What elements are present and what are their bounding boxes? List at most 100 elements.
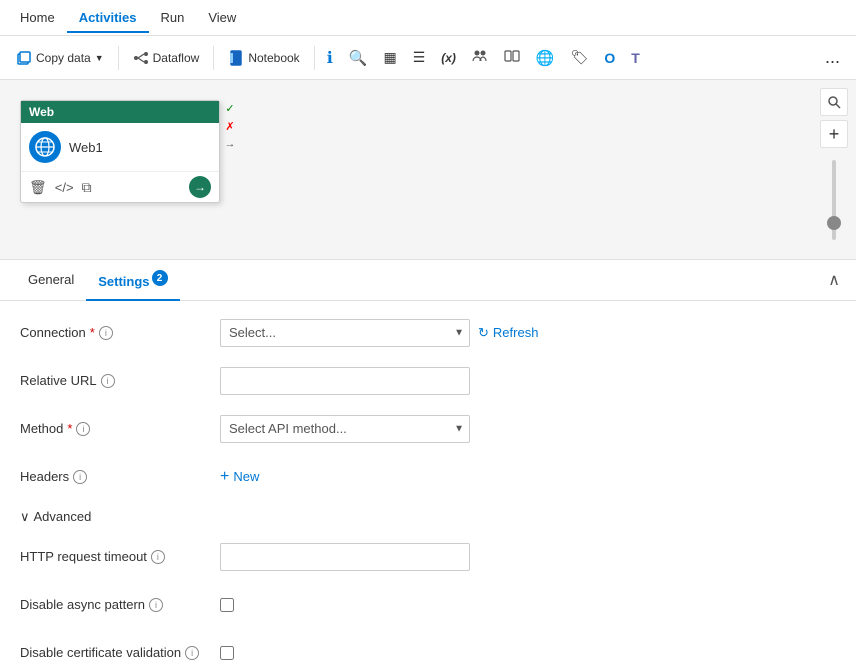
disable-cert-label: Disable certificate validation i xyxy=(20,645,220,660)
disable-async-control xyxy=(220,598,836,612)
headers-new-label: New xyxy=(233,469,259,484)
menu-item-home[interactable]: Home xyxy=(8,2,67,33)
refresh-label: Refresh xyxy=(493,325,539,340)
relative-url-label: Relative URL i xyxy=(20,373,220,388)
relative-url-info-icon[interactable]: i xyxy=(101,374,115,388)
clone-icon[interactable]: ⧉ xyxy=(82,179,92,196)
globe-button[interactable]: 🌐 xyxy=(530,45,561,71)
activity-card-body: Web1 xyxy=(21,123,219,171)
activity-card-actions: 🗑 </> ⧉ → xyxy=(21,171,219,202)
activity-card[interactable]: Web Web1 🗑 </> xyxy=(20,100,220,203)
more-button[interactable]: ... xyxy=(817,43,848,72)
tab-settings-label: Settings xyxy=(98,274,149,289)
success-icon: ✓ xyxy=(222,100,238,116)
canvas-area: Web Web1 🗑 </> xyxy=(0,80,856,260)
search-toolbar-icon: 🔍 xyxy=(349,49,368,67)
disable-cert-info-icon[interactable]: i xyxy=(185,646,199,660)
method-row: Method * i Select API method... GET POST… xyxy=(20,413,836,445)
code-icon[interactable]: </> xyxy=(55,180,74,195)
main-content: Web Web1 🗑 </> xyxy=(0,80,856,665)
panel-tabs: General Settings2 ∧ xyxy=(0,260,856,301)
dataflow-button[interactable]: Dataflow xyxy=(125,46,208,70)
advanced-section[interactable]: ∨ Advanced xyxy=(20,509,836,525)
error-icon: ✗ xyxy=(222,118,238,134)
notebook-button[interactable]: Notebook xyxy=(220,46,307,70)
search-toolbar-button[interactable]: 🔍 xyxy=(343,45,374,71)
disable-cert-checkbox[interactable] xyxy=(220,646,234,660)
headers-info-icon[interactable]: i xyxy=(73,470,87,484)
relative-url-input[interactable] xyxy=(220,367,470,395)
http-timeout-label: HTTP request timeout i xyxy=(20,549,220,564)
headers-control: + New xyxy=(220,468,836,486)
http-timeout-input[interactable] xyxy=(220,543,470,571)
delete-icon[interactable]: 🗑 xyxy=(29,179,47,196)
split-button[interactable] xyxy=(498,44,526,71)
headers-row: Headers i + New xyxy=(20,461,836,493)
toolbar: Copy data ▼ Dataflow xyxy=(0,36,856,80)
canvas-zoom-slider[interactable] xyxy=(832,160,836,240)
advanced-chevron-icon: ∨ xyxy=(20,509,30,525)
more-icon: ... xyxy=(825,47,840,67)
activity-card-header: Web xyxy=(21,101,219,123)
advanced-label: Advanced xyxy=(34,509,92,524)
activity-globe-icon xyxy=(29,131,61,163)
canvas-zoom-in-button[interactable]: + xyxy=(820,120,848,148)
http-timeout-control xyxy=(220,543,836,571)
tag-button[interactable]: 🏷 xyxy=(565,45,595,70)
connection-select-wrapper: Select... ▼ xyxy=(220,319,470,347)
menu-item-activities[interactable]: Activities xyxy=(67,2,149,33)
disable-async-label: Disable async pattern i xyxy=(20,597,220,612)
teams-button[interactable]: T xyxy=(625,46,646,70)
relative-url-control xyxy=(220,367,836,395)
outlook-button[interactable]: O xyxy=(598,46,621,70)
tab-settings-badge: 2 xyxy=(152,270,168,286)
canvas-slider-handle[interactable] xyxy=(827,216,841,230)
menu-bar: Home Activities Run View xyxy=(0,0,856,36)
dataflow-label: Dataflow xyxy=(153,51,200,65)
table-button[interactable]: ▦ xyxy=(377,45,402,70)
refresh-icon: ↻ xyxy=(478,325,489,341)
connection-control: Select... ▼ ↻ Refresh xyxy=(220,319,836,347)
disable-cert-control xyxy=(220,646,836,660)
panel-collapse-button[interactable]: ∧ xyxy=(828,270,840,290)
variable-button[interactable]: (x) xyxy=(435,47,462,69)
people-button[interactable] xyxy=(466,44,494,71)
tab-general[interactable]: General xyxy=(16,262,86,299)
table-icon: ▦ xyxy=(383,49,396,66)
info-button[interactable]: ℹ xyxy=(321,44,339,72)
disable-async-info-icon[interactable]: i xyxy=(149,598,163,612)
disable-cert-row: Disable certificate validation i xyxy=(20,637,836,665)
copy-data-button[interactable]: Copy data ▼ xyxy=(8,46,112,70)
connection-row: Connection * i Select... ▼ ↻ xyxy=(20,317,836,349)
headers-label: Headers i xyxy=(20,469,220,484)
method-select[interactable]: Select API method... GET POST PUT DELETE… xyxy=(220,415,470,443)
disable-async-checkbox[interactable] xyxy=(220,598,234,612)
activity-name: Web1 xyxy=(69,140,103,155)
method-required-marker: * xyxy=(67,421,72,436)
headers-new-button[interactable]: + New xyxy=(220,468,259,486)
tab-settings[interactable]: Settings2 xyxy=(86,260,179,301)
method-info-icon[interactable]: i xyxy=(76,422,90,436)
canvas-search-button[interactable] xyxy=(820,88,848,116)
connection-info-icon[interactable]: i xyxy=(99,326,113,340)
toolbar-divider-1 xyxy=(118,46,119,70)
globe-icon: 🌐 xyxy=(536,49,555,67)
connect-arrow-icon[interactable]: → xyxy=(189,176,211,198)
connection-required-marker: * xyxy=(90,325,95,340)
dataflow-icon xyxy=(133,50,149,66)
method-control: Select API method... GET POST PUT DELETE… xyxy=(220,415,836,443)
tag-icon: 🏷 xyxy=(571,49,589,66)
refresh-button[interactable]: ↻ Refresh xyxy=(478,325,538,341)
headers-new-plus-icon: + xyxy=(220,468,229,486)
arrow-icon: → xyxy=(222,136,238,152)
teams-icon: T xyxy=(631,50,640,66)
list-icon: ☰ xyxy=(413,49,426,66)
http-timeout-row: HTTP request timeout i xyxy=(20,541,836,573)
http-timeout-info-icon[interactable]: i xyxy=(151,550,165,564)
connection-select[interactable]: Select... xyxy=(220,319,470,347)
list-button[interactable]: ☰ xyxy=(407,45,432,70)
relative-url-row: Relative URL i xyxy=(20,365,836,397)
app-container: Home Activities Run View Copy data ▼ xyxy=(0,0,856,665)
menu-item-run[interactable]: Run xyxy=(149,2,197,33)
menu-item-view[interactable]: View xyxy=(196,2,248,33)
